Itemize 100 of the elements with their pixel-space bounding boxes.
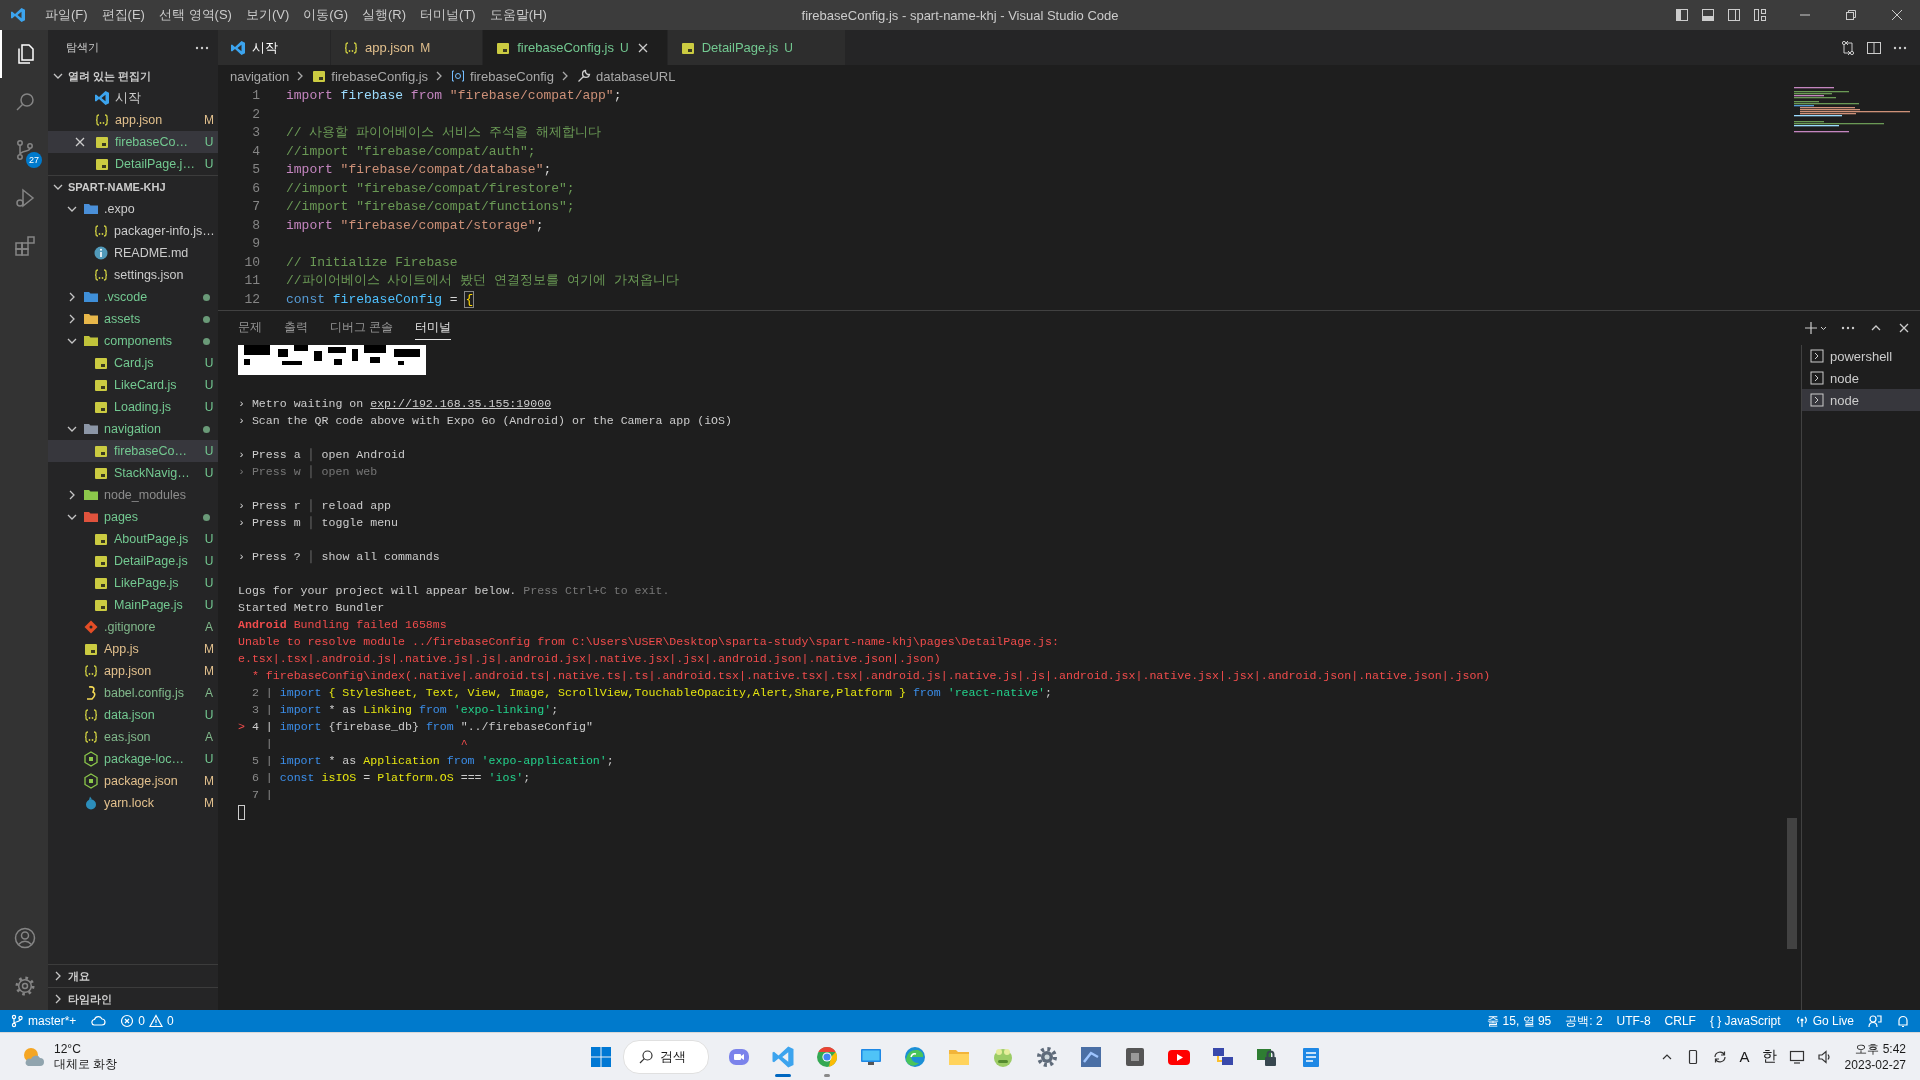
file-item[interactable]: AboutPage.js U — [48, 528, 218, 550]
source-control-tab[interactable]: 27 — [0, 126, 48, 174]
weather-condition: 대체로 화창 — [54, 1056, 118, 1072]
braces-icon — [83, 663, 99, 679]
new-terminal-icon[interactable] — [1804, 320, 1828, 336]
search-button[interactable]: 검색 — [623, 1039, 709, 1074]
folder-item[interactable]: components — [48, 330, 218, 352]
line-number: 10 — [243, 253, 260, 272]
start-button[interactable] — [589, 1044, 613, 1069]
file-item[interactable]: package.json M — [48, 770, 218, 792]
file-item[interactable]: StackNavig… U — [48, 462, 218, 484]
panel-tab[interactable]: 출력 — [284, 316, 308, 340]
file-item[interactable]: babel.config.js A — [48, 682, 218, 704]
browser-icon[interactable] — [815, 1044, 839, 1069]
toggle-secondary-sidebar-icon[interactable] — [1726, 7, 1742, 23]
file-item[interactable]: README.md — [48, 242, 218, 264]
folder-item[interactable]: navigation — [48, 418, 218, 440]
file-item[interactable]: package-loc… U — [48, 748, 218, 770]
section-header[interactable]: 열려 있는 편집기 — [48, 65, 218, 87]
panel-tab[interactable]: 터미널 — [415, 316, 452, 340]
file-item[interactable]: data.json U — [48, 704, 218, 726]
clock-time[interactable]: 오후 5:42 — [1844, 1040, 1906, 1057]
terminal-item[interactable]: node — [1802, 389, 1920, 411]
customize-layout-icon[interactable] — [1752, 7, 1768, 23]
settings-icon[interactable] — [13, 974, 37, 998]
status-item[interactable]: CRLF — [1664, 1014, 1696, 1028]
menu-item[interactable]: 보기(V) — [238, 0, 297, 30]
breadcrumb-item[interactable]: firebaseConfig — [450, 68, 554, 84]
folder-item[interactable]: node_modules — [48, 484, 218, 506]
status-item[interactable]: UTF-8 — [1616, 1014, 1651, 1028]
menu-item[interactable]: 터미널(T) — [413, 0, 483, 30]
file-item[interactable]: MainPage.js U — [48, 594, 218, 616]
split-editor-icon[interactable] — [1866, 39, 1882, 56]
file-item[interactable]: packager-info.js… — [48, 220, 218, 242]
file-item[interactable]: LikePage.js U — [48, 572, 218, 594]
terminal-line: › Metro waiting on exp://192.168.35.155:19000 — [238, 396, 552, 412]
toggle-panel-icon[interactable] — [1700, 7, 1716, 23]
file-item[interactable]: app.json M — [48, 660, 218, 682]
folder-item[interactable]: .expo — [48, 198, 218, 220]
file-item[interactable]: .gitignore A — [48, 616, 218, 638]
problems-status[interactable]: 0 0 — [120, 1014, 174, 1028]
input-indicator[interactable]: 한 — [1761, 1047, 1777, 1066]
menu-item[interactable]: 이동(G) — [296, 0, 356, 30]
app-icon[interactable] — [1079, 1044, 1103, 1069]
file-item[interactable]: DetailPage.js U — [48, 550, 218, 572]
open-editor-item[interactable]: app.json M — [48, 109, 218, 131]
panel-tab[interactable]: 문제 — [238, 316, 262, 340]
file-item[interactable]: LikeCard.js U — [48, 374, 218, 396]
terminal-line: Android Bundling failed 1658ms — [238, 617, 447, 633]
cloud-sync-icon[interactable] — [90, 1014, 107, 1028]
editor-tab[interactable]: 시작 — [218, 30, 331, 65]
file-item[interactable]: firebaseCo… U — [48, 440, 218, 462]
breadcrumb-item[interactable]: navigation — [230, 68, 290, 84]
scrollbar-thumb[interactable] — [1787, 818, 1797, 949]
menu-item[interactable]: 편집(E) — [94, 0, 152, 30]
file-item[interactable]: App.js M — [48, 638, 218, 660]
folder-item[interactable]: .vscode — [48, 286, 218, 308]
count-badge: 27 — [26, 152, 42, 168]
speaker-icon[interactable] — [1816, 1048, 1833, 1065]
bell-icon[interactable] — [1896, 1014, 1910, 1028]
browser-icon[interactable] — [903, 1044, 927, 1069]
editor-tab[interactable]: firebaseConfig.js U — [483, 30, 668, 65]
terminal-item[interactable]: node — [1802, 367, 1920, 389]
panel-tab[interactable]: 디버그 콘솔 — [330, 316, 394, 340]
menu-item[interactable]: 선택 영역(S) — [151, 0, 239, 30]
editor-tab[interactable]: DetailPage.js U — [667, 30, 846, 65]
file-item[interactable]: Card.js U — [48, 352, 218, 374]
input-indicator[interactable]: A — [1739, 1048, 1750, 1065]
gear-icon[interactable] — [1035, 1044, 1059, 1069]
branch-icon — [10, 1014, 24, 1028]
editor-tab[interactable]: app.json M — [331, 30, 484, 65]
menu-item[interactable]: 도움말(H) — [482, 0, 554, 30]
menu-item[interactable]: 실행(R) — [355, 0, 414, 30]
braces-icon — [93, 223, 109, 239]
toggle-sidebar-icon[interactable] — [1674, 7, 1690, 23]
folder-item[interactable]: assets — [48, 308, 218, 330]
breadcrumb-item[interactable]: databaseURL — [575, 68, 676, 84]
file-item[interactable]: settings.json — [48, 264, 218, 286]
breadcrumb-item[interactable]: firebaseConfig.js — [311, 68, 429, 84]
open-editor-item[interactable]: firebaseCo… U — [48, 131, 218, 153]
file-item[interactable]: Loading.js U — [48, 396, 218, 418]
status-item[interactable]: { } JavaScript — [1709, 1014, 1781, 1028]
display-icon[interactable] — [1788, 1048, 1805, 1065]
terminal-link[interactable]: exp://192.168.35.155:19000 — [370, 397, 552, 410]
folder-item[interactable]: pages — [48, 506, 218, 528]
menu-item[interactable]: 파일(F) — [38, 0, 95, 30]
account-icon[interactable] — [13, 926, 37, 950]
file-item[interactable]: eas.json A — [48, 726, 218, 748]
open-editor-item[interactable]: DetailPage.j… U — [48, 153, 218, 175]
compare-changes-icon[interactable] — [1840, 39, 1856, 56]
feedback-icon[interactable] — [1868, 1014, 1882, 1028]
clock-date[interactable]: 2023-02-27 — [1844, 1056, 1906, 1073]
open-editor-item[interactable]: 시작 — [48, 87, 218, 109]
go-live-button[interactable]: Go Live — [1794, 1014, 1854, 1028]
status-item[interactable]: 줄 15, 열 95 — [1487, 1012, 1552, 1030]
status-item[interactable]: 공백: 2 — [1565, 1012, 1603, 1030]
file-item[interactable]: yarn.lock M — [48, 792, 218, 814]
sync-icon[interactable] — [1711, 1048, 1728, 1065]
branch-status[interactable]: master*+ — [10, 1014, 77, 1028]
terminal-item[interactable]: powershell — [1802, 345, 1920, 367]
